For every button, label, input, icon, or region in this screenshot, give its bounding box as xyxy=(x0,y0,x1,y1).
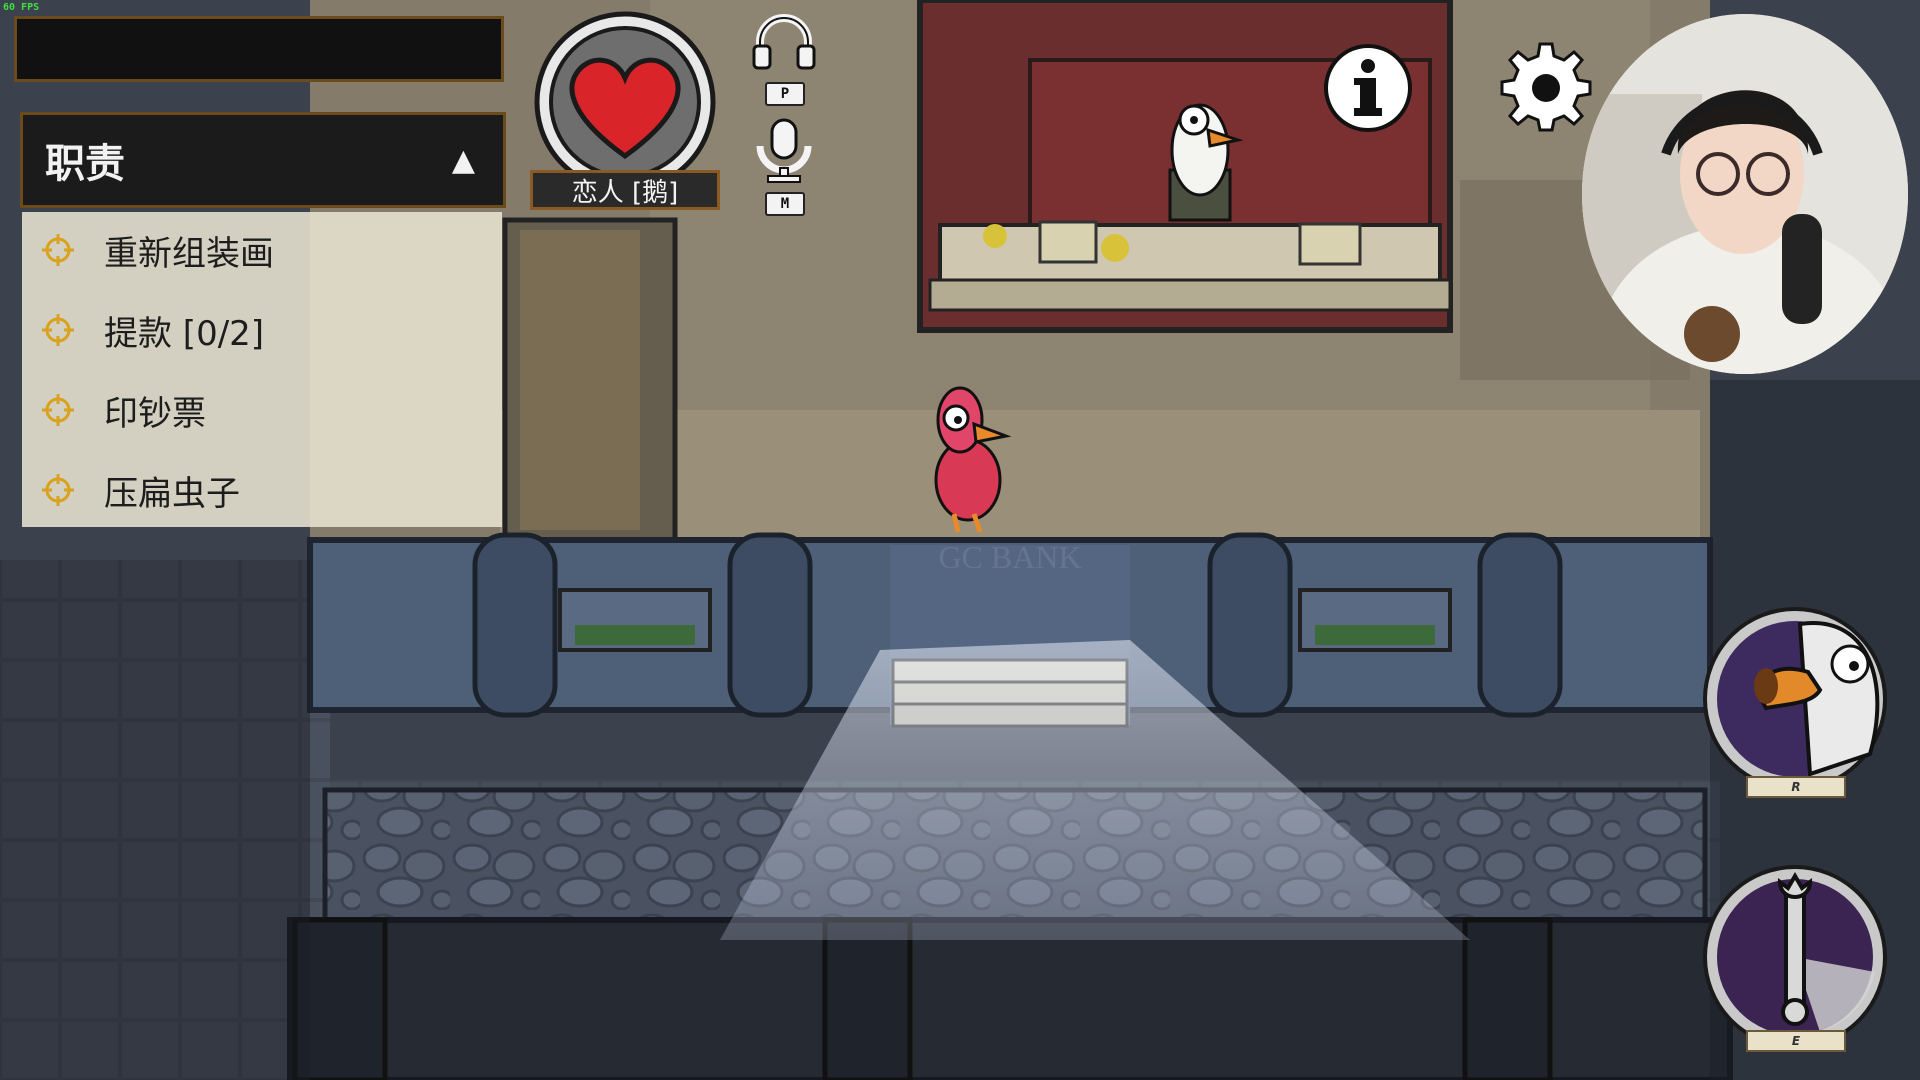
wrench-icon xyxy=(1703,865,1887,1049)
gear-icon[interactable] xyxy=(1500,40,1592,132)
use-ability-button[interactable] xyxy=(1700,862,1890,1052)
task-item: 重新组装画 xyxy=(22,220,502,280)
task-item: 压扁虫子 xyxy=(22,460,502,520)
honk-ability-button[interactable] xyxy=(1700,604,1890,794)
role-label: 恋人 [鹅] xyxy=(530,170,720,210)
tasks-title: 职责 xyxy=(45,141,125,187)
webcam-overlay xyxy=(1582,14,1908,374)
task-item: 提款 [0/2] xyxy=(22,300,502,360)
task-label: 提款 [0/2] xyxy=(104,313,265,354)
fps-counter: 60 FPS xyxy=(3,2,40,13)
bank-sign: GC BANK xyxy=(938,539,1081,575)
honk-key: R xyxy=(1746,776,1846,798)
headphones-key: P xyxy=(765,82,805,106)
collapse-arrow-icon[interactable]: ▲ xyxy=(452,143,475,178)
info-icon[interactable] xyxy=(1322,42,1414,134)
player-name-box xyxy=(14,16,504,82)
tasks-header[interactable]: 职责 ▲ xyxy=(20,112,506,208)
target-icon xyxy=(28,313,88,347)
microphone-key: M xyxy=(765,192,805,216)
target-icon xyxy=(28,233,88,267)
use-key: E xyxy=(1746,1030,1846,1052)
task-item: 印钞票 xyxy=(22,380,502,440)
target-icon xyxy=(28,393,88,427)
target-icon xyxy=(28,473,88,507)
task-label: 压扁虫子 xyxy=(104,473,240,514)
honk-icon xyxy=(1703,607,1887,791)
task-label: 重新组装画 xyxy=(104,233,274,274)
streamer-image xyxy=(1582,14,1908,374)
microphone-icon[interactable] xyxy=(754,118,814,184)
headphones-icon[interactable] xyxy=(752,14,816,70)
task-label: 印钞票 xyxy=(104,393,206,434)
tasks-list: 重新组装画 提款 [0/2] 印钞票 压扁虫子 xyxy=(22,212,502,527)
